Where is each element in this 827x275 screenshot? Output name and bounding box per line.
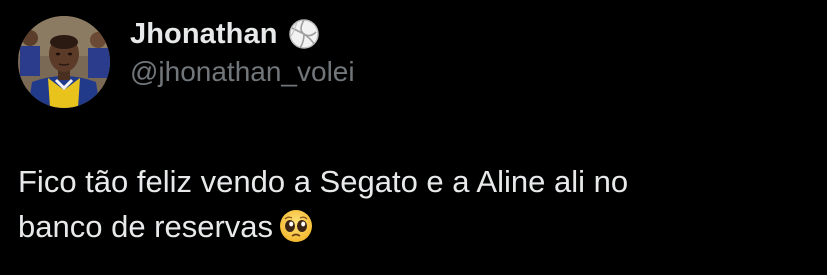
volleyball-icon xyxy=(288,18,320,50)
display-name[interactable]: Jhonathan xyxy=(130,18,278,51)
tweet-text-line-2-wrap: banco de reservas xyxy=(18,204,798,249)
user-handle[interactable]: @jhonathan_volei xyxy=(130,56,355,88)
pleading-face-emoji-icon xyxy=(279,209,313,243)
avatar[interactable] xyxy=(18,16,110,108)
tweet-text: Fico tão feliz vendo a Segato e a Aline … xyxy=(18,159,798,249)
name-row: Jhonathan xyxy=(130,14,355,54)
author-block: Jhonathan @jhonathan_volei xyxy=(130,14,355,88)
tweet-text-line-2: banco de reservas xyxy=(18,209,274,244)
tweet[interactable]: Jhonathan @jhonathan_volei Fico tão feli… xyxy=(0,0,827,275)
tweet-text-line-1: Fico tão feliz vendo a Segato e a Aline … xyxy=(18,164,629,199)
profile-photo xyxy=(18,16,110,108)
